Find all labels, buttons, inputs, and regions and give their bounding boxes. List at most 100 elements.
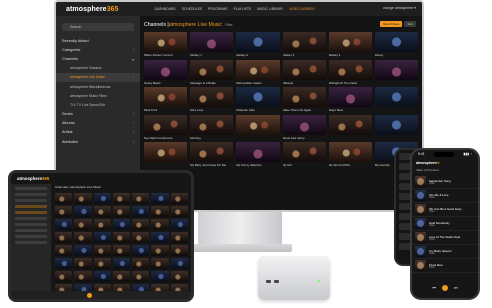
tablet-video-thumbnail[interactable] — [93, 193, 111, 204]
video-tile[interactable]: Midwest — [282, 59, 326, 86]
sidebar-item-channels[interactable]: Channels ▾ — [56, 54, 140, 63]
sidebar-item-series[interactable]: Series › — [56, 110, 140, 119]
tablet-play-icon[interactable] — [87, 292, 92, 298]
nav-item-playlists[interactable]: PLAYLISTS — [234, 7, 252, 11]
video-tile[interactable]: Medley 1 — [190, 32, 234, 58]
video-tile[interactable] — [236, 114, 280, 141]
tablet-video-thumbnail[interactable] — [112, 232, 131, 243]
video-tile[interactable]: Heavy Beast — [144, 59, 188, 86]
video-tile[interactable]: Stays Slow — [328, 87, 372, 113]
nav-item-schedules[interactable]: SCHEDULES — [182, 7, 202, 11]
tablet-video-thumbnail[interactable] — [132, 219, 150, 230]
tablet-video-thumbnail[interactable] — [112, 219, 131, 230]
tablet-video-thumbnail[interactable] — [112, 271, 131, 282]
tablet-video-thumbnail[interactable] — [55, 245, 73, 256]
tablet-video-thumbnail[interactable] — [170, 219, 188, 230]
tablet-video-thumbnail[interactable] — [112, 245, 131, 256]
tablet-video-thumbnail[interactable] — [151, 232, 169, 243]
tablet-video-thumbnail[interactable] — [112, 258, 131, 269]
tablet-video-thumbnail[interactable] — [74, 245, 92, 256]
tablet-video-thumbnail[interactable] — [170, 245, 188, 256]
tablet-video-thumbnail[interactable] — [132, 245, 150, 256]
tablet-video-thumbnail[interactable] — [170, 193, 188, 204]
tablet-video-thumbnail[interactable] — [170, 232, 188, 243]
video-tile[interactable]: Midnight At The Oasis — [328, 59, 372, 86]
video-tile[interactable] — [374, 114, 418, 141]
video-tile[interactable]: My Girl and Who — [328, 142, 372, 168]
nav-item-music-library[interactable]: MUSIC LIBRARY — [257, 7, 283, 11]
tablet-video-thumbnail[interactable] — [93, 271, 111, 282]
tablet-video-thumbnail[interactable] — [93, 245, 111, 256]
previous-icon[interactable]: ⏮ — [432, 285, 436, 290]
tablet-video-thumbnail[interactable] — [132, 271, 150, 282]
tablet-video-thumbnail[interactable] — [74, 193, 92, 204]
phone-list-item[interactable]: Love At The Studio Seal Video — [412, 231, 478, 245]
tablet-video-thumbnail[interactable] — [151, 258, 169, 269]
video-tile[interactable] — [328, 114, 372, 141]
tablet-video-thumbnail[interactable] — [170, 258, 188, 269]
video-tile[interactable]: Mind Trick — [144, 87, 188, 113]
sidebar-item-atmosphere-miscellaneous[interactable]: atmosphere Miscellaneous — [56, 82, 140, 91]
tablet-video-thumbnail[interactable] — [55, 271, 73, 282]
tablet-video-thumbnail[interactable] — [74, 232, 92, 243]
tablet-video-thumbnail[interactable] — [55, 232, 73, 243]
tablet-video-thumbnail[interactable] — [151, 193, 169, 204]
video-tile[interactable]: Street Like Jazzy — [282, 114, 326, 141]
tablet-video-thumbnail[interactable] — [151, 271, 169, 282]
nav-item-programs[interactable]: PROGRAMS — [208, 7, 227, 11]
tablet-video-thumbnail[interactable] — [74, 258, 92, 269]
user-menu[interactable]: orange atmosphere ▾ — [383, 6, 416, 10]
sidebar-item-attributes[interactable]: Attributes › — [56, 137, 140, 146]
tablet-video-thumbnail[interactable] — [112, 193, 131, 204]
show-filters-button[interactable]: Show Filters — [379, 21, 403, 27]
app-logo[interactable]: atmosphere365 — [66, 6, 119, 13]
tablet-video-thumbnail[interactable] — [55, 219, 73, 230]
video-tile[interactable]: Neo Sight Conference — [144, 114, 188, 141]
phone-list-item[interactable]: Hold Somebody Video — [412, 217, 478, 231]
video-tile[interactable] — [374, 87, 418, 113]
tablet-video-thumbnail[interactable] — [151, 219, 169, 230]
video-tile[interactable] — [144, 142, 188, 168]
tablet-logo[interactable]: atmosphere365 — [17, 176, 49, 181]
video-tile[interactable]: Morning — [190, 114, 234, 141]
video-tile[interactable] — [374, 59, 418, 86]
video-tile[interactable]: Make Them Out Again — [282, 87, 326, 113]
search-input[interactable]: Search — [62, 23, 134, 31]
video-tile[interactable]: Medley 3 — [282, 32, 326, 58]
sidebar-item-categories[interactable]: Categories › — [56, 45, 140, 54]
video-tile[interactable]: Medley 2 — [236, 32, 280, 58]
tablet-video-thumbnail[interactable] — [170, 271, 188, 282]
video-tile[interactable]: Mister Rocker Concert — [144, 32, 188, 58]
tablet-video-thumbnail[interactable] — [93, 219, 111, 230]
tablet-video-thumbnail[interactable] — [132, 258, 150, 269]
video-tile[interactable]: Metropolitan Insane — [236, 59, 280, 86]
video-tile[interactable]: My Baby Just Cares For Me — [190, 142, 234, 168]
video-tile[interactable]: My Funny Valentine — [236, 142, 280, 168]
phone-logo[interactable]: atmospheretv — [416, 161, 440, 165]
tablet-video-thumbnail[interactable] — [132, 232, 150, 243]
sidebar-item-atmosphere-classics[interactable]: atmosphere Classics — [56, 64, 140, 73]
video-tile[interactable]: Mo's Love — [190, 87, 234, 113]
sidebar-item-tlv-tv-live-specs-orb[interactable]: TLV TV Live Specs/Orb — [56, 100, 140, 109]
tablet-video-thumbnail[interactable] — [74, 206, 92, 217]
play-icon[interactable] — [442, 284, 448, 291]
tablet-video-thumbnail[interactable] — [170, 206, 188, 217]
tablet-video-thumbnail[interactable] — [132, 193, 150, 204]
phone-list-item[interactable]: Into Me & Love Video — [412, 189, 478, 203]
sidebar-item-albums[interactable]: Albums › — [56, 119, 140, 128]
tablet-video-thumbnail[interactable] — [55, 258, 73, 269]
tablet-video-thumbnail[interactable] — [132, 206, 150, 217]
nav-item-video-library[interactable]: VIDEO LIBRARY — [289, 7, 315, 11]
tablet-video-thumbnail[interactable] — [93, 206, 111, 217]
tablet-video-thumbnail[interactable] — [93, 258, 111, 269]
tablet-video-thumbnail[interactable] — [74, 219, 92, 230]
phone-list-item[interactable]: Fixed Idea Video — [412, 259, 478, 273]
tablet-video-thumbnail[interactable] — [112, 206, 131, 217]
video-tile[interactable]: Medley 4 — [328, 32, 372, 58]
sidebar-item-artists[interactable]: Artists › — [56, 128, 140, 137]
video-tile[interactable]: My Girl — [282, 142, 326, 168]
tablet-video-thumbnail[interactable] — [93, 232, 111, 243]
phone-list-item[interactable]: We Can Be A Good Guys Video — [412, 203, 478, 217]
sidebar-item-recently-added[interactable]: Recently Added — [56, 36, 140, 45]
tablet-video-thumbnail[interactable] — [55, 206, 73, 217]
